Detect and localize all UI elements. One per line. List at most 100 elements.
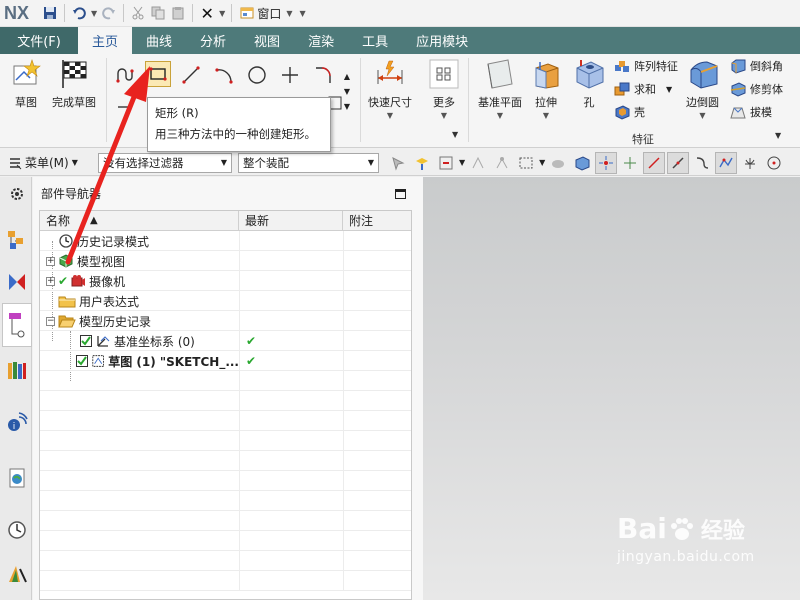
sketch-button[interactable]: 草图 <box>10 58 42 110</box>
hd3d-tools-icon[interactable]: i <box>4 409 30 435</box>
customize-quick-access-icon[interactable]: ▼ <box>299 9 305 18</box>
window-menu[interactable]: 窗口 ▼ ▼ <box>240 5 307 22</box>
expand-icon[interactable]: + <box>46 256 55 266</box>
arc-icon[interactable] <box>211 62 237 88</box>
chamfer-icon <box>731 59 746 74</box>
table-row[interactable]: + 模型视图 <box>40 251 411 271</box>
visibility-checkbox[interactable] <box>80 335 92 347</box>
table-row[interactable]: − 模型历史记录 <box>40 311 411 331</box>
assembly-navigator-icon[interactable] <box>4 227 30 253</box>
unite-button[interactable]: 求和 ▼ <box>614 81 672 97</box>
column-notes-label: 附注 <box>349 214 374 228</box>
paste-icon[interactable] <box>168 3 188 23</box>
selection-scope-dropdown[interactable]: 整个装配 ▼ <box>238 152 379 173</box>
rectangle-icon[interactable] <box>145 61 171 87</box>
snap-endpoint-icon[interactable] <box>643 151 666 174</box>
offset-curve-icon[interactable] <box>112 90 138 116</box>
edge-blend-button[interactable]: 边倒圆 ▼ <box>686 58 719 120</box>
web-browser-icon[interactable] <box>4 465 30 491</box>
column-header-latest[interactable]: 最新 <box>239 211 343 230</box>
trim-body-button[interactable]: 修剪体 <box>730 81 783 97</box>
tab-applications[interactable]: 应用模块 <box>402 27 482 54</box>
group-dialog-launcher-icon[interactable]: ▼ <box>452 130 458 139</box>
chamfer-button[interactable]: 倒斜角 <box>730 58 783 74</box>
circle-icon[interactable] <box>244 62 270 88</box>
point-icon[interactable] <box>277 62 303 88</box>
tab-home[interactable]: 主页 <box>78 27 133 54</box>
feature-snap-icon[interactable] <box>491 152 513 174</box>
system-materials-icon[interactable] <box>4 561 30 587</box>
tab-tools[interactable]: 工具 <box>348 27 402 54</box>
reuse-library-icon[interactable] <box>4 357 30 383</box>
maximize-icon[interactable] <box>395 189 406 199</box>
delete-dropdown-icon[interactable]: ▼ <box>219 9 225 18</box>
column-header-notes[interactable]: 附注 <box>343 211 411 230</box>
datum-plane-button[interactable]: 基准平面 ▼ <box>478 58 522 120</box>
snap-tangent-icon[interactable] <box>691 152 713 174</box>
undo-icon[interactable] <box>69 3 89 23</box>
undo-dropdown-icon[interactable]: ▼ <box>91 9 97 18</box>
table-row[interactable]: 历史记录模式 <box>40 231 411 251</box>
solid-body-icon[interactable] <box>571 152 593 174</box>
shell-button[interactable]: 壳 <box>614 104 645 120</box>
profile-icon[interactable] <box>112 62 138 88</box>
group-dialog-launcher-icon[interactable]: ▼ <box>775 131 781 140</box>
snap-intersection-icon[interactable] <box>739 152 761 174</box>
row-label: 草图 (1) "SKETCH_... <box>108 354 239 369</box>
hole-button[interactable]: 孔 <box>573 58 605 110</box>
table-row[interactable]: 草图 (1) "SKETCH_... ✔ <box>40 351 411 371</box>
tab-file[interactable]: 文件(F) <box>0 27 78 54</box>
copy-icon[interactable] <box>148 3 168 23</box>
visibility-checkbox[interactable] <box>75 355 88 367</box>
tab-render[interactable]: 渲染 <box>294 27 348 54</box>
chevron-down-icon[interactable]: ▼ <box>459 158 465 167</box>
row-label: 摄像机 <box>89 274 126 289</box>
tab-curve[interactable]: 曲线 <box>132 27 186 54</box>
pattern-feature-button[interactable]: 阵列特征 <box>614 58 678 74</box>
fillet-icon[interactable] <box>310 62 336 88</box>
datum-plane-icon <box>487 59 513 89</box>
rectangle-selection-icon[interactable] <box>515 152 537 174</box>
table-row <box>40 551 411 571</box>
snap-center-icon[interactable] <box>763 152 785 174</box>
table-row[interactable]: 基准坐标系 (0) ✔ <box>40 331 411 351</box>
selection-filter-dropdown[interactable]: 没有选择过滤器 ▼ <box>98 152 232 173</box>
expand-icon[interactable]: + <box>46 276 55 286</box>
select-all-icon[interactable] <box>435 152 457 174</box>
column-header-name[interactable]: 名称 ▲ <box>40 211 239 230</box>
tab-analysis[interactable]: 分析 <box>186 27 240 54</box>
redo-icon[interactable] <box>99 3 119 23</box>
snap-on-curve-icon[interactable] <box>667 151 690 174</box>
general-selection-icon[interactable] <box>387 152 409 174</box>
constraint-navigator-icon[interactable] <box>4 269 30 295</box>
snap-points-icon[interactable] <box>595 151 618 174</box>
tab-view[interactable]: 视图 <box>240 27 294 54</box>
chevron-down-icon[interactable]: ▼ <box>539 158 545 167</box>
more-button[interactable]: 更多 ▼ <box>428 58 460 120</box>
history-icon[interactable] <box>4 517 30 543</box>
view-filter-icon[interactable] <box>547 152 569 174</box>
save-icon[interactable] <box>40 3 60 23</box>
table-row[interactable]: + ✔ 摄像机 <box>40 271 411 291</box>
quick-dimension-button[interactable]: 快速尺寸 ▼ <box>368 58 412 120</box>
snap-midpoint-icon[interactable] <box>619 152 641 174</box>
point-snap-icon[interactable] <box>467 152 489 174</box>
line-icon[interactable] <box>178 62 204 88</box>
gear-icon[interactable] <box>4 181 30 207</box>
draft-button[interactable]: 拔模 <box>730 104 772 120</box>
baidu-jingyan-watermark: Bai 经验 jingyan.baidu.com <box>617 512 797 592</box>
table-row[interactable]: 用户表达式 <box>40 291 411 311</box>
delete-icon[interactable]: ✕ <box>197 3 217 23</box>
part-navigator: 部件导航器 名称 ▲ 最新 附注 历史记录模式 + 模型视图 + ✔ 摄像机 用… <box>33 177 423 600</box>
cut-icon[interactable] <box>128 3 148 23</box>
row-label: 模型历史记录 <box>79 314 152 329</box>
table-row <box>40 491 411 511</box>
select-features-icon[interactable] <box>411 152 433 174</box>
snap-control-point-icon[interactable] <box>715 151 738 174</box>
collapse-icon[interactable]: − <box>46 316 55 326</box>
menu-button[interactable]: 菜单(M) ▼ <box>8 154 96 171</box>
finish-sketch-button[interactable]: 完成草图 <box>52 58 96 110</box>
part-navigator-icon[interactable] <box>2 303 32 347</box>
extrude-button[interactable]: 拉伸 ▼ <box>530 58 562 120</box>
selection-filter-value: 没有选择过滤器 <box>103 155 184 170</box>
